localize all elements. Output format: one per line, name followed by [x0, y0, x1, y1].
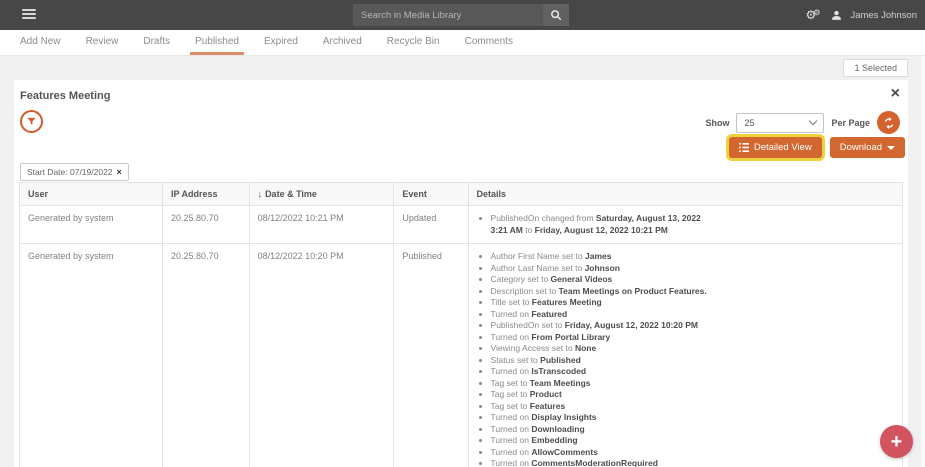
table-row: Generated by system20.25.80.7008/12/2022…: [20, 206, 903, 244]
download-label: Download: [840, 142, 882, 153]
detail-item: Turned on Display Insights: [491, 412, 711, 424]
ip-cell: 20.25.80.70: [163, 206, 250, 244]
column-header-user[interactable]: User: [20, 183, 163, 206]
detail-item: Turned on IsTranscoded: [491, 366, 711, 378]
details-cell: PublishedOn changed from Saturday, Augus…: [468, 206, 902, 244]
detail-item: Tag set to Product: [491, 389, 711, 401]
tab-recycle-bin[interactable]: Recycle Bin: [382, 30, 445, 55]
detail-item: Author First Name set to James: [491, 251, 711, 263]
detail-item: Turned on AllowComments: [491, 447, 711, 459]
detail-item: Status set to Published: [491, 355, 711, 367]
detail-item: PublishedOn set to Friday, August 12, 20…: [491, 320, 711, 332]
settings-gears-icon[interactable]: ⚙⚙: [806, 9, 824, 21]
ip-cell: 20.25.80.70: [163, 244, 250, 467]
tab-drafts[interactable]: Drafts: [138, 30, 175, 55]
close-icon[interactable]: ×: [891, 86, 900, 102]
detailed-view-label: Detailed View: [754, 142, 812, 153]
filter-funnel-icon: [26, 116, 37, 127]
tab-comments[interactable]: Comments: [460, 30, 518, 55]
caret-down-icon: [887, 146, 895, 150]
details-cell: Author First Name set to JamesAuthor Las…: [468, 244, 902, 467]
user-name[interactable]: James Johnson: [850, 10, 917, 21]
table-row: Generated by system20.25.80.7008/12/2022…: [20, 244, 903, 467]
tab-expired[interactable]: Expired: [259, 30, 303, 55]
page-title: Features Meeting: [20, 90, 110, 102]
column-header-ip-address[interactable]: IP Address: [163, 183, 250, 206]
detail-item: Turned on From Portal Library: [491, 332, 711, 344]
column-header-details[interactable]: Details: [468, 183, 902, 206]
refresh-icon: [882, 116, 896, 130]
filter-button[interactable]: [20, 110, 43, 133]
chip-remove-icon[interactable]: ×: [117, 168, 122, 177]
refresh-button[interactable]: [877, 111, 900, 134]
datetime-cell: 08/12/2022 10:21 PM: [249, 206, 394, 244]
per-page-label: Per Page: [831, 118, 870, 128]
detailed-view-button[interactable]: Detailed View: [729, 137, 822, 158]
datetime-cell: 08/12/2022 10:20 PM: [249, 244, 394, 467]
search-input[interactable]: [353, 10, 543, 21]
show-label: Show: [705, 118, 729, 128]
chevron-down-icon: [809, 117, 817, 125]
detail-item: Description set to Team Meetings on Prod…: [491, 286, 711, 298]
pagination-controls: Show 25 Per Page: [705, 111, 900, 134]
audit-history-panel: Features Meeting × Show 25 Per Page Deta…: [14, 80, 908, 467]
detail-item: Turned on CommentsModerationRequired: [491, 458, 711, 467]
per-page-select[interactable]: 25: [736, 113, 824, 133]
search-bar: [353, 4, 569, 26]
detail-item: Viewing Access set to None: [491, 343, 711, 355]
search-icon: [550, 9, 562, 21]
user-icon[interactable]: [830, 9, 843, 22]
detail-item: Title set to Features Meeting: [491, 297, 711, 309]
scrollbar-track[interactable]: [921, 56, 925, 467]
table-header-row: UserIP Address↓Date & TimeEventDetails: [20, 183, 903, 206]
download-button[interactable]: Download: [830, 137, 905, 158]
selection-band: 1 Selected: [0, 56, 925, 80]
sort-desc-icon: ↓: [258, 189, 263, 199]
detailed-view-icon: [739, 143, 749, 152]
user-cell: Generated by system: [20, 206, 163, 244]
detail-item: Tag set to Team Meetings: [491, 378, 711, 390]
column-header-event[interactable]: Event: [394, 183, 468, 206]
detail-item: Tag set to Features: [491, 401, 711, 413]
detail-item: Author Last Name set to Johnson: [491, 263, 711, 275]
tab-published[interactable]: Published: [190, 30, 244, 55]
topbar: ⚙⚙ James Johnson: [0, 0, 925, 30]
add-button[interactable]: +: [880, 425, 913, 458]
detail-item: Category set to General Videos: [491, 274, 711, 286]
filter-chip-label: Start Date: 07/19/2022: [27, 167, 113, 177]
per-page-value: 25: [744, 118, 754, 128]
event-cell: Published: [394, 244, 468, 467]
detail-item: PublishedOn changed from Saturday, Augus…: [491, 213, 711, 236]
detail-item: Turned on Downloading: [491, 424, 711, 436]
detail-item: Turned on Embedding: [491, 435, 711, 447]
detail-item: Turned on Featured: [491, 309, 711, 321]
hamburger-menu-icon[interactable]: [22, 9, 36, 21]
filter-chip-start-date[interactable]: Start Date: 07/19/2022 ×: [20, 163, 129, 181]
tab-add-new[interactable]: Add New: [15, 30, 66, 55]
search-button[interactable]: [543, 4, 569, 26]
column-header-date-time[interactable]: ↓Date & Time: [249, 183, 394, 206]
user-cell: Generated by system: [20, 244, 163, 467]
tab-review[interactable]: Review: [81, 30, 124, 55]
audit-log-table: UserIP Address↓Date & TimeEventDetails G…: [19, 182, 903, 467]
topbar-right: ⚙⚙ James Johnson: [806, 0, 917, 30]
tab-archived[interactable]: Archived: [318, 30, 367, 55]
tab-bar: Add New Review Drafts Published Expired Archi…: [0, 30, 925, 56]
selected-count-badge: 1 Selected: [843, 59, 908, 77]
action-buttons: Detailed View Download: [729, 137, 905, 158]
event-cell: Updated: [394, 206, 468, 244]
